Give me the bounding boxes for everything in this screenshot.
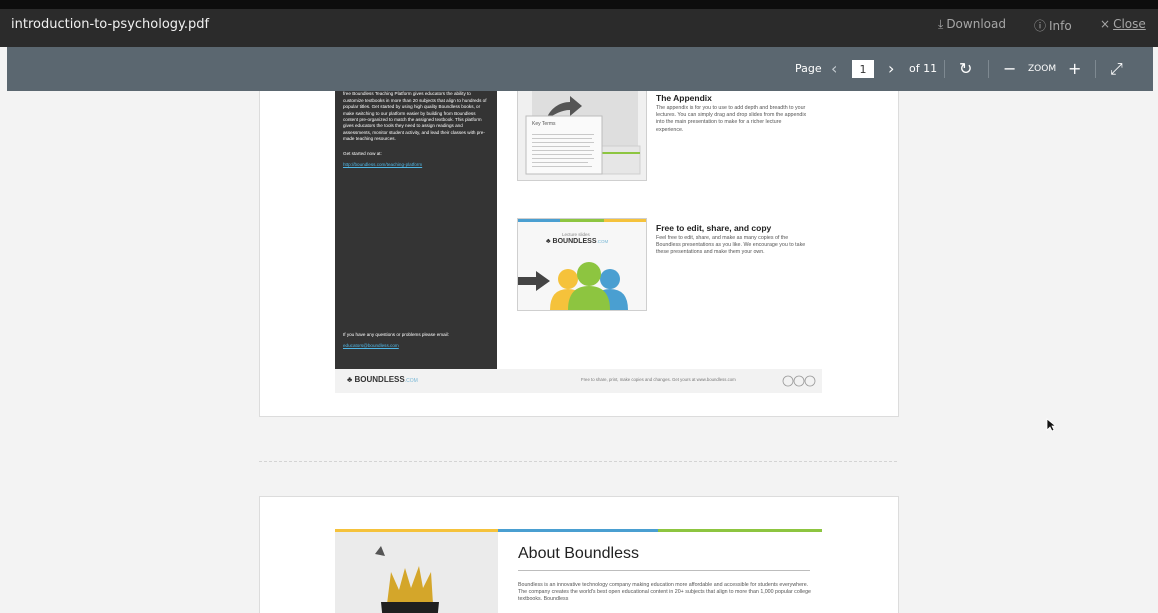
- toolbar-divider: [988, 60, 989, 78]
- toolbar-divider: [944, 60, 945, 78]
- appendix-title: The Appendix: [656, 93, 712, 103]
- boundless-logo-icon: ♣: [347, 375, 353, 384]
- get-started-text: Get started now at:: [343, 150, 382, 156]
- contact-block: If you have any questions or problems pl…: [343, 332, 489, 355]
- thumb-logo-suffix: .COM: [596, 239, 609, 244]
- free-description: Feel free to edit, share, and make as ma…: [656, 235, 806, 256]
- pdf-page: with affordable, customizable textbooks …: [259, 91, 899, 417]
- email-link[interactable]: educators@boundless.com: [343, 343, 489, 349]
- thumb-label: Key Terms: [532, 121, 556, 127]
- footer-logo-text: BOUNDLESS: [354, 375, 405, 384]
- page-count: of 11: [909, 62, 938, 75]
- appendix-description: The appendix is for you to use to add de…: [656, 105, 807, 133]
- prev-page-icon[interactable]: ‹: [831, 47, 837, 91]
- share-thumbnail: Lecture slides ♣ BOUNDLESS.COM: [517, 218, 647, 311]
- footer-text: Free to share, print, make copies and ch…: [581, 377, 736, 382]
- footer-logo: ♣ BOUNDLESS.COM: [347, 375, 418, 384]
- book-illustration: [335, 532, 498, 613]
- platform-link[interactable]: http://boundless.com/teaching-platform: [343, 162, 489, 168]
- thumb-logo: ♣ BOUNDLESS.COM: [546, 238, 608, 245]
- document-viewer[interactable]: with affordable, customizable textbooks …: [0, 91, 1158, 613]
- zoom-out-icon[interactable]: −: [1003, 47, 1016, 91]
- mouse-cursor-icon: [1046, 418, 1056, 432]
- footer-logo-suffix: .COM: [404, 378, 418, 384]
- license-icon: [782, 375, 816, 387]
- close-label: Close: [1113, 17, 1146, 31]
- zoom-label: ZOOM: [1028, 64, 1057, 74]
- sidebar-panel: with affordable, customizable textbooks …: [335, 91, 497, 369]
- page-number-input[interactable]: [852, 60, 874, 78]
- free-title: Free to edit, share, and copy: [656, 223, 772, 233]
- download-icon: ⤓: [938, 17, 944, 31]
- viewer-header: introduction-to-psychology.pdf ⤓ Download…: [0, 0, 1158, 47]
- info-icon: ⓘ: [1034, 19, 1047, 33]
- page-label: Page: [795, 62, 822, 75]
- pdf-toolbar: Page ‹ › of 11 ↻ − ZOOM + ⤢: [7, 47, 1153, 91]
- about-description: Boundless is an innovative technology co…: [518, 582, 811, 603]
- appendix-thumbnail: Key Terms: [517, 91, 647, 181]
- info-button[interactable]: ⓘ Info: [1034, 17, 1072, 34]
- pdf-page: About Boundless Boundless is an innovati…: [259, 496, 899, 613]
- page-footer: ♣ BOUNDLESS.COM Free to share, print, ma…: [335, 369, 822, 393]
- zoom-in-icon[interactable]: +: [1068, 47, 1081, 91]
- info-label: Info: [1049, 19, 1072, 33]
- close-icon: ×: [1100, 17, 1111, 31]
- download-button[interactable]: ⤓ Download: [938, 17, 1006, 32]
- page-separator: [259, 461, 897, 462]
- fullscreen-icon[interactable]: ⤢: [1110, 47, 1123, 91]
- questions-text: If you have any questions or problems pl…: [343, 332, 449, 337]
- title-divider: [518, 570, 810, 571]
- download-label: Download: [946, 17, 1006, 31]
- toolbar-divider: [1095, 60, 1096, 78]
- rotate-icon[interactable]: ↻: [959, 47, 972, 91]
- sidebar-text: with affordable, customizable textbooks …: [343, 91, 487, 142]
- close-button[interactable]: × Close: [1100, 17, 1146, 31]
- book-photo: [335, 532, 498, 613]
- about-title: About Boundless: [518, 545, 639, 562]
- next-page-icon[interactable]: ›: [888, 47, 894, 91]
- thumb-logo-text: BOUNDLESS: [552, 238, 597, 245]
- document-title: introduction-to-psychology.pdf: [11, 17, 210, 32]
- boundless-logo-icon: ♣: [546, 238, 551, 245]
- thumb-caption: Lecture slides: [562, 232, 590, 237]
- appendix-illustration: [525, 91, 641, 175]
